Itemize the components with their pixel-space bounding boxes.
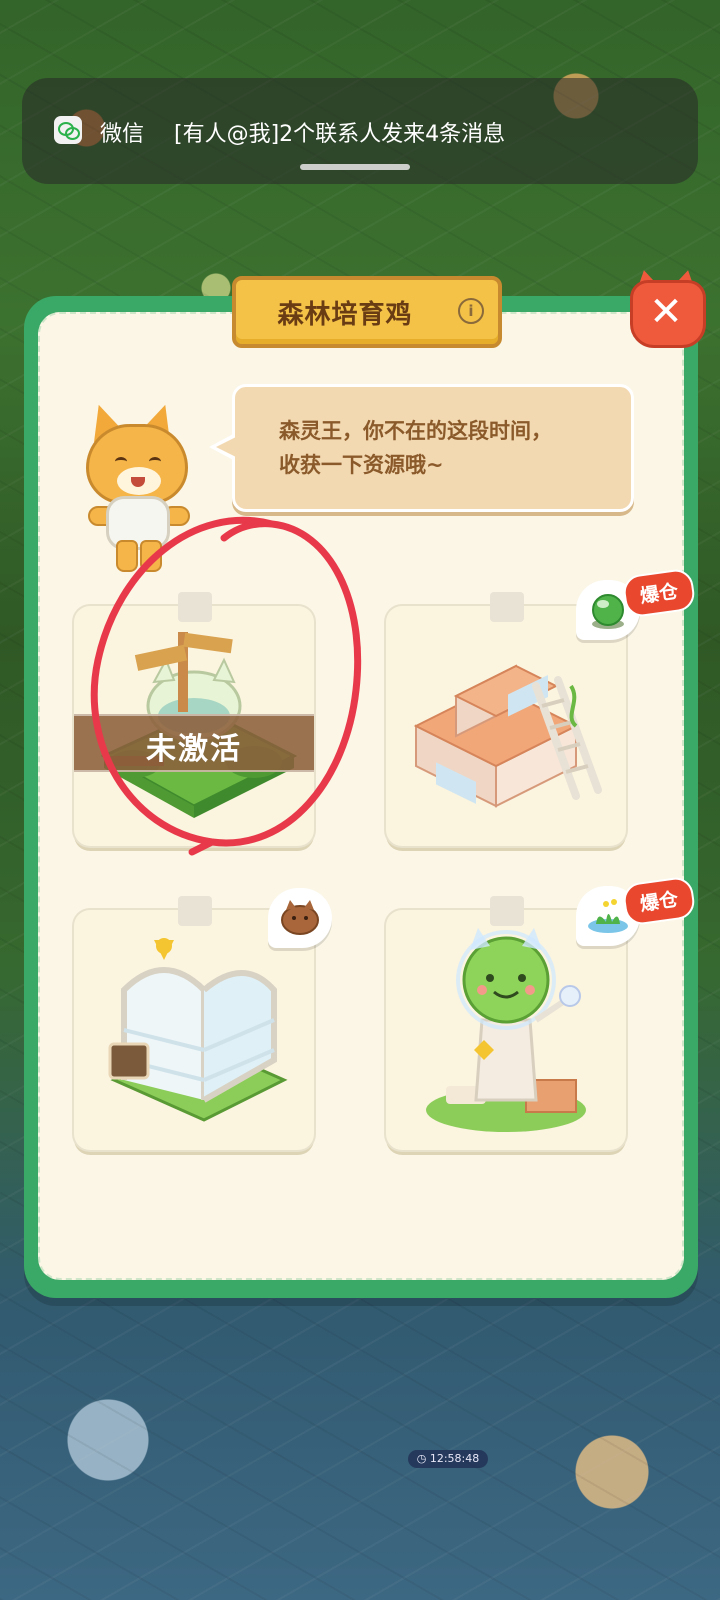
hud-timer: ◷ 12:58:48: [408, 1450, 488, 1468]
notification-app-name: 微信: [100, 122, 145, 147]
modal-title: 森林培育鸡: [277, 300, 413, 330]
notification-message: [有人@我]2个联系人发来4条消息: [174, 122, 506, 147]
resource-bubble[interactable]: [268, 888, 338, 952]
notification-banner[interactable]: 微信 [有人@我]2个联系人发来4条消息: [22, 78, 698, 184]
building-card-slime-statue[interactable]: 爆仓: [386, 875, 697, 1150]
speech-text-line2: 收获一下资源哦~: [279, 453, 444, 477]
inactive-banner: 未激活: [74, 714, 314, 772]
clock-icon: ◷: [416, 1452, 427, 1465]
speech-text-line1: 森灵王，你不在的这段时间，: [279, 419, 552, 443]
inactive-label: 未激活: [146, 732, 242, 767]
modal-title-tab: 森林培育鸡 i: [232, 276, 502, 348]
cat-mascot: [78, 399, 198, 572]
building-card-storage[interactable]: 爆仓: [386, 567, 697, 846]
bread-icon: [281, 900, 319, 935]
speech-bubble: 森灵王，你不在的这段时间， 收获一下资源哦~: [209, 384, 634, 512]
close-button[interactable]: ✕: [630, 267, 706, 348]
info-icon[interactable]: i: [458, 298, 484, 324]
building-card-forest-garden[interactable]: 未激活: [74, 592, 314, 846]
notification-drag-handle[interactable]: [300, 164, 410, 170]
building-card-glass-shelf[interactable]: [74, 888, 332, 1150]
wechat-icon: [54, 116, 82, 144]
